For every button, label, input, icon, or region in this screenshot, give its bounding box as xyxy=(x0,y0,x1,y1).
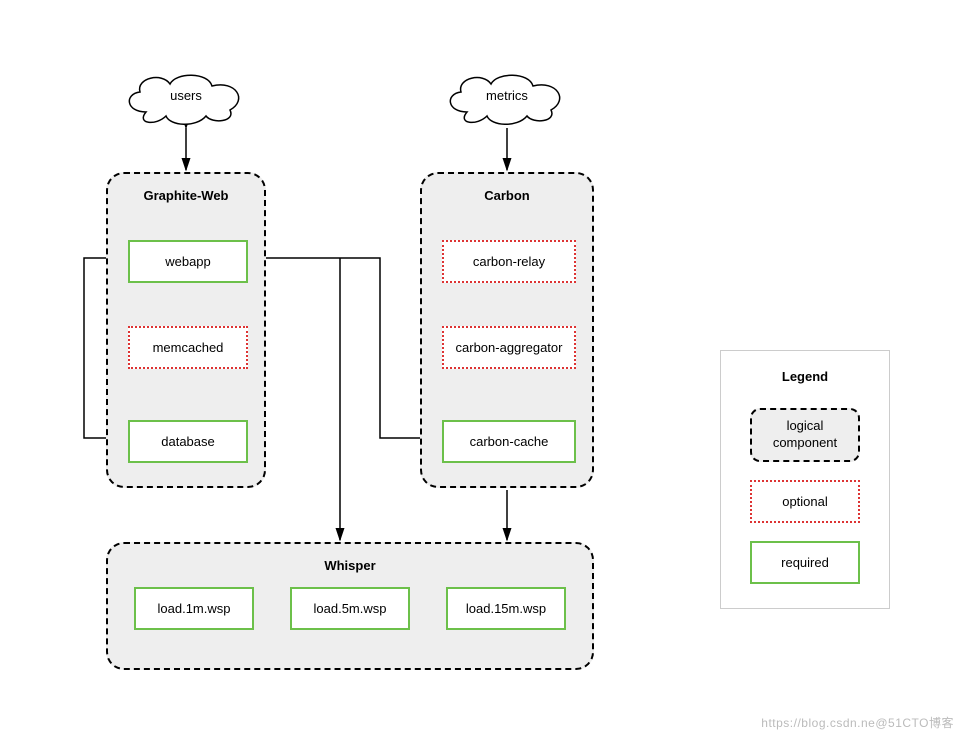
group-carbon: Carbon carbon-relay carbon-aggregator ca… xyxy=(420,172,594,488)
box-database: database xyxy=(128,420,248,463)
box-carbon-relay: carbon-relay xyxy=(442,240,576,283)
box-whisper-file-1: load.5m.wsp xyxy=(290,587,410,630)
box-database-label: database xyxy=(161,434,215,449)
cloud-users-label: users xyxy=(170,88,202,103)
diagram-canvas: users metrics Graphite-Web webapp memcac… xyxy=(0,0,968,737)
box-whisper-file-2: load.15m.wsp xyxy=(446,587,566,630)
legend-panel: Legend logical component optional requir… xyxy=(720,350,890,609)
box-webapp-label: webapp xyxy=(165,254,211,269)
group-whisper: Whisper load.1m.wsp load.5m.wsp load.15m… xyxy=(106,542,594,670)
legend-optional: optional xyxy=(750,480,860,523)
group-whisper-title: Whisper xyxy=(128,558,572,573)
cloud-users: users xyxy=(116,66,256,126)
legend-optional-label: optional xyxy=(782,494,828,509)
legend-required-label: required xyxy=(781,555,829,570)
group-graphite-web-title: Graphite-Web xyxy=(128,188,244,203)
cloud-metrics-label: metrics xyxy=(486,88,528,103)
legend-logical-label: logical component xyxy=(773,418,837,450)
box-carbon-aggregator: carbon-aggregator xyxy=(442,326,576,369)
legend-required: required xyxy=(750,541,860,584)
box-carbon-cache-label: carbon-cache xyxy=(470,434,549,449)
group-graphite-web: Graphite-Web webapp memcached database xyxy=(106,172,266,488)
box-memcached: memcached xyxy=(128,326,248,369)
box-whisper-file-0-label: load.1m.wsp xyxy=(158,601,231,616)
box-carbon-cache: carbon-cache xyxy=(442,420,576,463)
box-whisper-file-2-label: load.15m.wsp xyxy=(466,601,546,616)
box-webapp: webapp xyxy=(128,240,248,283)
watermark: https://blog.csdn.ne@51CTO博客 xyxy=(761,714,954,731)
box-carbon-aggregator-label: carbon-aggregator xyxy=(456,340,563,355)
box-whisper-file-1-label: load.5m.wsp xyxy=(314,601,387,616)
box-whisper-file-0: load.1m.wsp xyxy=(134,587,254,630)
legend-title: Legend xyxy=(741,369,869,384)
box-memcached-label: memcached xyxy=(153,340,224,355)
legend-logical: logical component xyxy=(750,408,860,462)
group-carbon-title: Carbon xyxy=(442,188,572,203)
cloud-metrics: metrics xyxy=(437,66,577,126)
box-carbon-relay-label: carbon-relay xyxy=(473,254,545,269)
